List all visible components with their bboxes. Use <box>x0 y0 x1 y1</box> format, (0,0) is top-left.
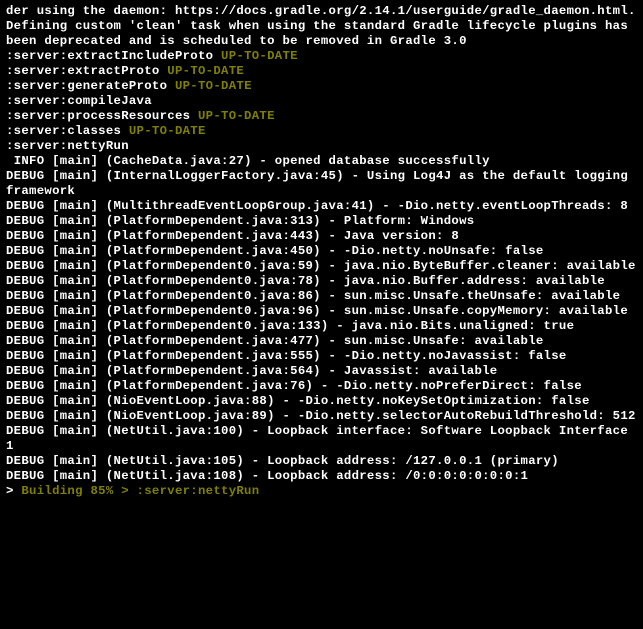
terminal-text-segment: DEBUG [main] (PlatformDependent0.java:86… <box>6 289 620 303</box>
terminal-text-segment: :server:nettyRun <box>6 139 129 153</box>
terminal-line: DEBUG [main] (NioEventLoop.java:88) - -D… <box>6 394 641 409</box>
terminal-text-segment: UP-TO-DATE <box>221 49 298 63</box>
terminal-text-segment: DEBUG [main] (MultithreadEventLoopGroup.… <box>6 199 628 213</box>
terminal-text-segment: DEBUG [main] (PlatformDependent.java:564… <box>6 364 497 378</box>
terminal-line: DEBUG [main] (PlatformDependent0.java:13… <box>6 319 641 334</box>
terminal-text-segment: DEBUG [main] (PlatformDependent.java:443… <box>6 229 459 243</box>
terminal-line: DEBUG [main] (NetUtil.java:100) - Loopba… <box>6 424 641 454</box>
terminal-line: :server:classes UP-TO-DATE <box>6 124 641 139</box>
terminal-text-segment: Building 85% > :server:nettyRun <box>21 484 259 498</box>
terminal-text-segment: der using the daemon: https://docs.gradl… <box>6 4 636 18</box>
terminal-text-segment: DEBUG [main] (NetUtil.java:105) - Loopba… <box>6 454 559 468</box>
terminal-text-segment: INFO [main] (CacheData.java:27) - opened… <box>6 154 490 168</box>
terminal-text-segment: DEBUG [main] (PlatformDependent0.java:13… <box>6 319 574 333</box>
terminal-text-segment: DEBUG [main] (PlatformDependent.java:76)… <box>6 379 582 393</box>
terminal-line: der using the daemon: https://docs.gradl… <box>6 4 641 19</box>
terminal-line: Defining custom 'clean' task when using … <box>6 19 641 49</box>
terminal-text-segment: DEBUG [main] (NetUtil.java:108) - Loopba… <box>6 469 528 483</box>
terminal-text-segment: UP-TO-DATE <box>129 124 206 138</box>
terminal-line: DEBUG [main] (PlatformDependent0.java:86… <box>6 289 641 304</box>
terminal-text-segment: DEBUG [main] (NetUtil.java:100) - Loopba… <box>6 424 636 453</box>
terminal-text-segment: DEBUG [main] (NioEventLoop.java:89) - -D… <box>6 409 636 423</box>
terminal-line: :server:extractIncludeProto UP-TO-DATE <box>6 49 641 64</box>
terminal-text-segment: DEBUG [main] (PlatformDependent0.java:96… <box>6 304 628 318</box>
terminal-text-segment: UP-TO-DATE <box>175 79 252 93</box>
terminal-line: :server:nettyRun <box>6 139 641 154</box>
terminal-line: DEBUG [main] (PlatformDependent0.java:96… <box>6 304 641 319</box>
terminal-text-segment: :server:extractProto <box>6 64 167 78</box>
terminal-line: INFO [main] (CacheData.java:27) - opened… <box>6 154 641 169</box>
terminal-line: DEBUG [main] (PlatformDependent.java:76)… <box>6 379 641 394</box>
terminal-line: DEBUG [main] (PlatformDependent0.java:78… <box>6 274 641 289</box>
terminal-line: DEBUG [main] (PlatformDependent.java:313… <box>6 214 641 229</box>
terminal-text-segment: DEBUG [main] (NioEventLoop.java:88) - -D… <box>6 394 590 408</box>
terminal-output: der using the daemon: https://docs.gradl… <box>0 0 643 501</box>
terminal-line: DEBUG [main] (PlatformDependent.java:477… <box>6 334 641 349</box>
terminal-line: DEBUG [main] (NetUtil.java:108) - Loopba… <box>6 469 641 484</box>
terminal-text-segment: DEBUG [main] (PlatformDependent.java:477… <box>6 334 544 348</box>
terminal-line: :server:generateProto UP-TO-DATE <box>6 79 641 94</box>
terminal-line: DEBUG [main] (InternalLoggerFactory.java… <box>6 169 641 199</box>
terminal-text-segment: DEBUG [main] (PlatformDependent.java:313… <box>6 214 474 228</box>
terminal-text-segment: DEBUG [main] (PlatformDependent0.java:59… <box>6 259 636 273</box>
terminal-text-segment: DEBUG [main] (PlatformDependent.java:450… <box>6 244 544 258</box>
terminal-text-segment: > <box>6 484 21 498</box>
terminal-line: DEBUG [main] (PlatformDependent.java:564… <box>6 364 641 379</box>
terminal-text-segment: :server:compileJava <box>6 94 152 108</box>
terminal-text-segment: DEBUG [main] (InternalLoggerFactory.java… <box>6 169 636 198</box>
terminal-line: DEBUG [main] (PlatformDependent.java:555… <box>6 349 641 364</box>
terminal-line: :server:processResources UP-TO-DATE <box>6 109 641 124</box>
terminal-text-segment: :server:processResources <box>6 109 198 123</box>
terminal-line: DEBUG [main] (NetUtil.java:105) - Loopba… <box>6 454 641 469</box>
terminal-line: DEBUG [main] (NioEventLoop.java:89) - -D… <box>6 409 641 424</box>
terminal-line: DEBUG [main] (PlatformDependent.java:443… <box>6 229 641 244</box>
terminal-line: DEBUG [main] (PlatformDependent0.java:59… <box>6 259 641 274</box>
terminal-line: DEBUG [main] (MultithreadEventLoopGroup.… <box>6 199 641 214</box>
terminal-text-segment: DEBUG [main] (PlatformDependent0.java:78… <box>6 274 605 288</box>
terminal-line: :server:extractProto UP-TO-DATE <box>6 64 641 79</box>
terminal-line: DEBUG [main] (PlatformDependent.java:450… <box>6 244 641 259</box>
terminal-text-segment: :server:generateProto <box>6 79 175 93</box>
terminal-line: > Building 85% > :server:nettyRun <box>6 484 641 499</box>
terminal-text-segment: :server:extractIncludeProto <box>6 49 221 63</box>
terminal-text-segment: DEBUG [main] (PlatformDependent.java:555… <box>6 349 567 363</box>
terminal-text-segment: UP-TO-DATE <box>167 64 244 78</box>
terminal-text-segment: Defining custom 'clean' task when using … <box>6 19 636 48</box>
terminal-line: :server:compileJava <box>6 94 641 109</box>
terminal-text-segment: :server:classes <box>6 124 129 138</box>
terminal-text-segment: UP-TO-DATE <box>198 109 275 123</box>
